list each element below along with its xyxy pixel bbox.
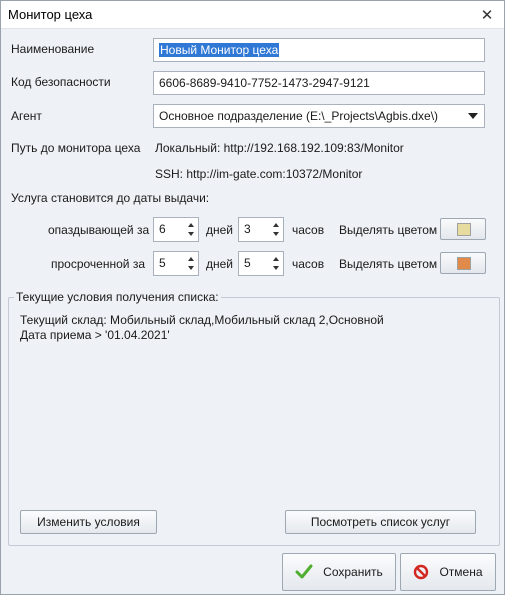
late-hours-spinner[interactable]: 3 (238, 217, 284, 242)
overdue-days-unit: дней (206, 257, 234, 271)
late-label: опаздывающей за (48, 223, 150, 237)
save-button[interactable]: Сохранить (282, 553, 396, 591)
name-input-value: Новый Монитор цеха (159, 43, 280, 57)
chevron-down-icon[interactable] (468, 113, 478, 119)
cancel-button[interactable]: Отмена (400, 553, 496, 591)
view-services-button[interactable]: Посмотреть список услуг (285, 510, 476, 534)
overdue-label: просроченной за (51, 257, 145, 271)
spinner-arrows-icon[interactable] (271, 254, 281, 273)
name-input[interactable]: Новый Монитор цеха (153, 38, 485, 62)
late-days-spinner[interactable]: 6 (153, 217, 199, 242)
condition-line: Текущий склад: Мобильный склад,Мобильный… (20, 313, 384, 327)
late-color-swatch (457, 223, 471, 236)
monitor-dialog: Монитор цеха ✕ Наименование Новый Монито… (0, 0, 505, 595)
late-color-label: Выделять цветом (339, 223, 438, 237)
late-hours-unit: часов (292, 223, 325, 237)
cancel-button-label: Отмена (439, 565, 483, 579)
overdue-hours-spinner[interactable]: 5 (238, 251, 284, 276)
overdue-days-value: 5 (159, 256, 166, 270)
overdue-color-swatch (457, 257, 471, 270)
conditions-title: Текущие условия получения списка: (14, 290, 221, 304)
security-code-input[interactable]: 6606-8689-9410-7752-1473-2947-9121 (153, 71, 485, 95)
agent-label: Агент (11, 109, 42, 123)
security-code-label: Код безопасности (11, 75, 111, 89)
spinner-arrows-icon[interactable] (186, 254, 196, 273)
overdue-hours-unit: часов (292, 257, 325, 271)
late-color-button[interactable] (440, 218, 486, 240)
ssh-path-text: SSH: http://im-gate.com:10372/Monitor (155, 167, 363, 181)
condition-line: Дата приема > '01.04.2021' (20, 328, 170, 342)
service-heading: Услуга становится до даты выдачи: (11, 191, 210, 205)
agent-select-value: Основное подразделение (E:\_Projects\Agb… (159, 109, 439, 123)
agent-select[interactable]: Основное подразделение (E:\_Projects\Agb… (153, 104, 485, 128)
spinner-arrows-icon[interactable] (271, 220, 281, 239)
spinner-arrows-icon[interactable] (186, 220, 196, 239)
name-label: Наименование (11, 42, 95, 56)
local-path-text: Локальный: http://192.168.192.109:83/Mon… (155, 141, 404, 155)
cancel-icon (413, 564, 429, 580)
security-code-value: 6606-8689-9410-7752-1473-2947-9121 (159, 76, 370, 90)
conditions-group: Текущие условия получения списка: Текущи… (8, 290, 500, 546)
change-conditions-button[interactable]: Изменить условия (20, 510, 157, 534)
checkmark-icon (295, 564, 313, 580)
title-bar: Монитор цеха ✕ (1, 1, 504, 29)
save-button-label: Сохранить (323, 565, 383, 579)
overdue-color-button[interactable] (440, 252, 486, 274)
window-title: Монитор цеха (8, 7, 93, 22)
path-label: Путь до монитора цеха (11, 141, 141, 155)
overdue-color-label: Выделять цветом (339, 257, 438, 271)
close-icon[interactable]: ✕ (476, 4, 498, 26)
overdue-hours-value: 5 (244, 256, 251, 270)
late-days-value: 6 (159, 222, 166, 236)
late-days-unit: дней (206, 223, 234, 237)
overdue-days-spinner[interactable]: 5 (153, 251, 199, 276)
late-hours-value: 3 (244, 222, 251, 236)
